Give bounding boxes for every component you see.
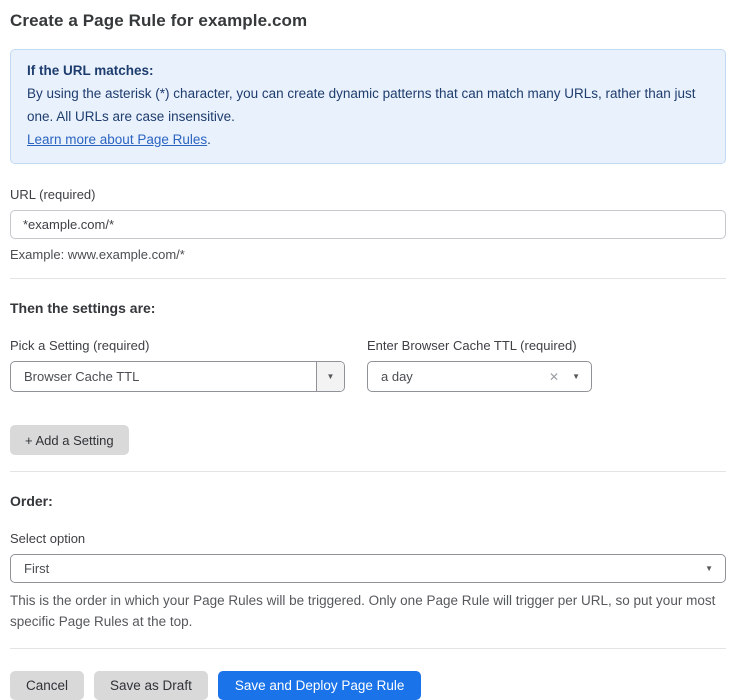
divider <box>10 648 726 649</box>
page-title: Create a Page Rule for example.com <box>10 0 726 31</box>
ttl-picker-value: a day <box>368 369 413 384</box>
ttl-picker-select[interactable]: a day ✕ ▼ <box>367 361 592 392</box>
divider <box>10 471 726 472</box>
setting-picker-group: Pick a Setting (required) Browser Cache … <box>10 338 345 392</box>
chevron-down-icon: ▼ <box>327 373 335 381</box>
save-as-draft-button[interactable]: Save as Draft <box>94 671 208 700</box>
info-box-heading: If the URL matches: <box>27 59 709 82</box>
url-input[interactable] <box>10 210 726 239</box>
ttl-picker-icons: ✕ ▼ <box>549 371 580 383</box>
add-setting-button[interactable]: + Add a Setting <box>10 425 129 455</box>
info-box-body: By using the asterisk (*) character, you… <box>27 82 709 151</box>
divider <box>10 278 726 279</box>
url-match-info-box: If the URL matches: By using the asteris… <box>10 49 726 164</box>
url-field-label: URL (required) <box>10 187 726 202</box>
ttl-picker-group: Enter Browser Cache TTL (required) a day… <box>367 338 592 392</box>
order-helper-text: This is the order in which your Page Rul… <box>10 590 726 632</box>
settings-section-heading: Then the settings are: <box>10 300 726 316</box>
settings-row: Pick a Setting (required) Browser Cache … <box>10 338 726 392</box>
setting-picker-value: Browser Cache TTL <box>11 369 139 384</box>
order-section-heading: Order: <box>10 493 726 509</box>
chevron-down-icon: ▼ <box>572 373 580 381</box>
setting-picker-arrow-button[interactable]: ▼ <box>316 362 344 391</box>
cancel-button[interactable]: Cancel <box>10 671 84 700</box>
setting-picker-label: Pick a Setting (required) <box>10 338 345 353</box>
chevron-down-icon: ▼ <box>705 565 713 573</box>
order-select-value: First <box>11 561 49 576</box>
order-select[interactable]: First ▼ <box>10 554 726 583</box>
save-and-deploy-button[interactable]: Save and Deploy Page Rule <box>218 671 422 700</box>
url-example-helper: Example: www.example.com/* <box>10 247 726 262</box>
url-field-group: URL (required) Example: www.example.com/… <box>10 187 726 262</box>
ttl-picker-label: Enter Browser Cache TTL (required) <box>367 338 592 353</box>
link-suffix: . <box>207 132 211 147</box>
clear-icon[interactable]: ✕ <box>549 371 559 383</box>
order-select-label: Select option <box>10 531 726 546</box>
setting-picker-select[interactable]: Browser Cache TTL ▼ <box>10 361 345 392</box>
actions-row: Cancel Save as Draft Save and Deploy Pag… <box>10 671 726 700</box>
learn-more-link[interactable]: Learn more about Page Rules <box>27 132 207 147</box>
